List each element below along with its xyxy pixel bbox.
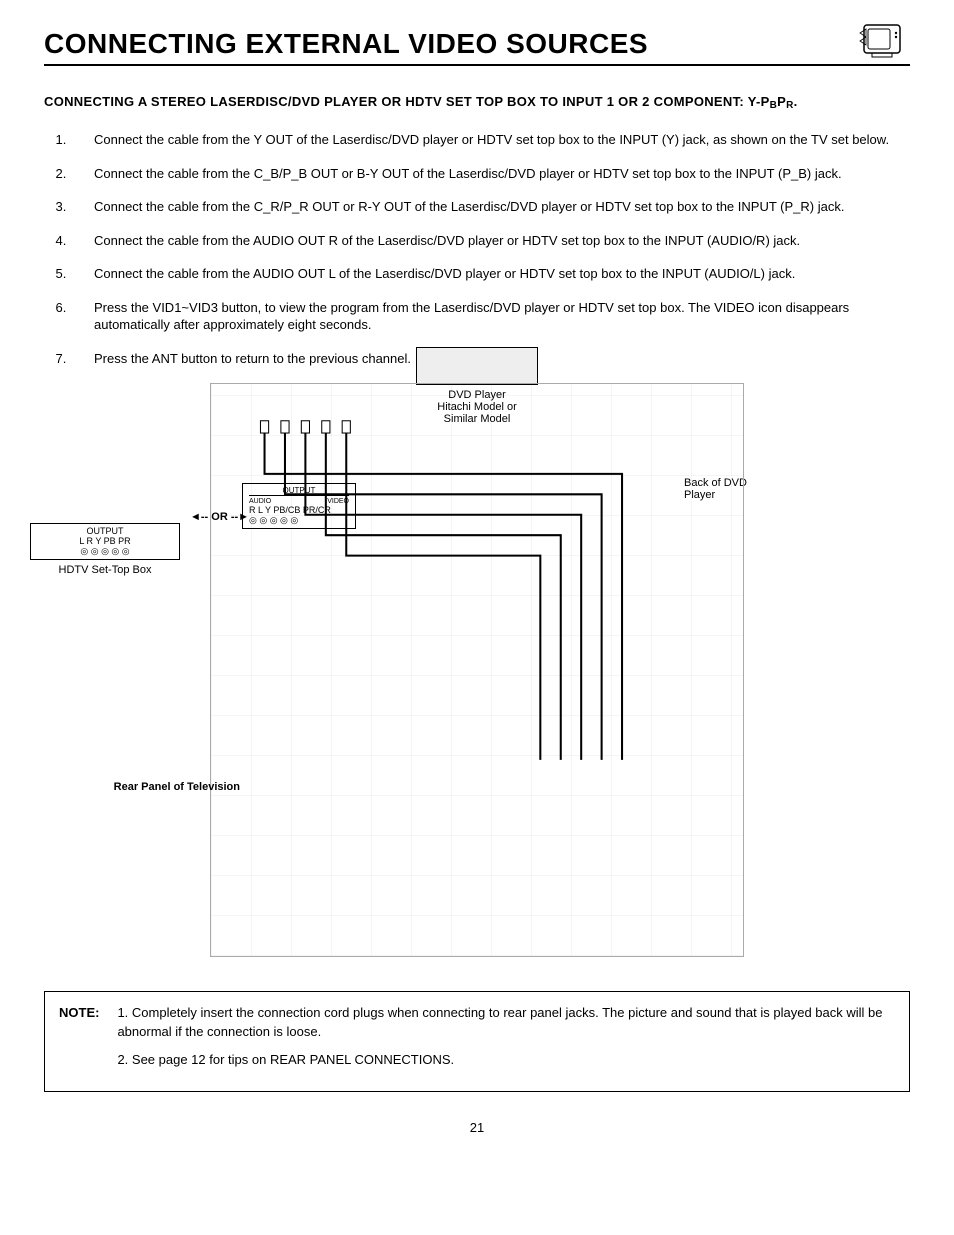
note-item-1: 1. Completely insert the connection cord… — [117, 1004, 895, 1040]
step-2: Connect the cable from the C_B/P_B OUT o… — [70, 165, 910, 183]
step-6: Press the VID1~VID3 button, to view the … — [70, 299, 910, 334]
step-1: Connect the cable from the Y OUT of the … — [70, 131, 910, 149]
page-number: 21 — [44, 1120, 910, 1135]
note-item-2: 2. See page 12 for tips on REAR PANEL CO… — [117, 1051, 895, 1069]
subhead-text: CONNECTING A STEREO LASERDISC/DVD PLAYER… — [44, 94, 770, 109]
subhead-mid: P — [777, 94, 786, 109]
hdtv-output-header: OUTPUT — [37, 526, 173, 536]
section-subheading: CONNECTING A STEREO LASERDISC/DVD PLAYER… — [44, 94, 910, 111]
page-title: CONNECTING EXTERNAL VIDEO SOURCES — [44, 28, 648, 60]
step-4: Connect the cable from the AUDIO OUT R o… — [70, 232, 910, 250]
subhead-sub1: B — [770, 100, 778, 111]
cable-routing-illustration — [210, 383, 744, 957]
step-3: Connect the cable from the C_R/P_R OUT o… — [70, 198, 910, 216]
header-rule — [44, 64, 910, 66]
rear-panel-label: Rear Panel of Television — [90, 781, 240, 793]
subhead-sub2: R — [786, 100, 794, 111]
note-box: NOTE: 1. Completely insert the connectio… — [44, 991, 910, 1092]
hdtv-output-labels: L R Y PB PR — [37, 536, 173, 546]
subhead-suffix: . — [794, 94, 798, 109]
hdtv-settop-label: HDTV Set-Top Box — [30, 564, 180, 576]
hdtv-settop-panel: OUTPUT L R Y PB PR ◎ ◎ ◎ ◎ ◎ HDTV Set-To… — [30, 523, 180, 576]
connection-diagram: DVD Player Hitachi Model or Similar Mode… — [44, 383, 910, 957]
step-5: Connect the cable from the AUDIO OUT L o… — [70, 265, 910, 283]
tv-icon — [858, 21, 910, 64]
note-label: NOTE: — [59, 1004, 99, 1079]
steps-list: Connect the cable from the Y OUT of the … — [70, 131, 910, 367]
